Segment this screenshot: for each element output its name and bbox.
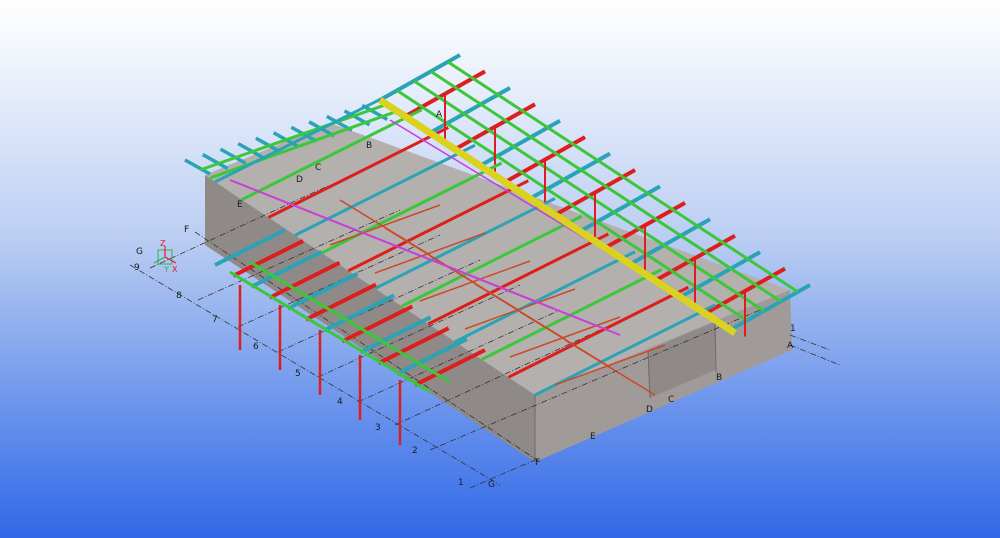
grid-label-A-bottom: A	[787, 341, 794, 351]
grid-label-C-bottom: C	[668, 395, 674, 405]
grid-label-G-bottom: G	[488, 480, 495, 490]
axis-z-label: Z	[160, 239, 166, 248]
grid-label-B-bottom: B	[716, 373, 722, 383]
grid-label-D-roof: D	[296, 175, 303, 185]
axis-x-line	[164, 256, 177, 264]
grid-label-7: 7	[212, 315, 218, 325]
axis-y-label: Y	[163, 265, 169, 274]
grid-label-F-left: F	[184, 225, 189, 235]
model-viewport[interactable]: 1 2 3 4 5 6 7 8 9 G F G F E D C B A 1 A …	[0, 0, 1000, 538]
grid-label-8: 8	[176, 291, 182, 301]
grid-label-C-roof: C	[315, 163, 321, 173]
grid-label-E-bottom: E	[590, 432, 596, 442]
axis-x-label: X	[172, 265, 178, 274]
grid-label-6: 6	[253, 342, 259, 352]
structural-3d-model[interactable]: 1 2 3 4 5 6 7 8 9 G F G F E D C B A 1 A …	[0, 0, 1000, 538]
grid-label-E-roof: E	[237, 200, 243, 210]
grid-label-3: 3	[375, 423, 381, 433]
grid-label-A-roof: A	[436, 110, 443, 120]
grid-label-2: 2	[412, 446, 418, 456]
grid-label-1: 1	[458, 478, 464, 488]
grid-label-G-left: G	[136, 247, 143, 257]
grid-label-B-roof: B	[366, 141, 372, 151]
grid-label-D-bottom: D	[646, 405, 653, 415]
grid-label-9: 9	[134, 263, 140, 273]
grid-label-4: 4	[337, 397, 343, 407]
grid-label-5: 5	[295, 369, 301, 379]
grid-label-F-bottom: F	[535, 458, 540, 468]
grid-label-1-right: 1	[790, 324, 796, 334]
